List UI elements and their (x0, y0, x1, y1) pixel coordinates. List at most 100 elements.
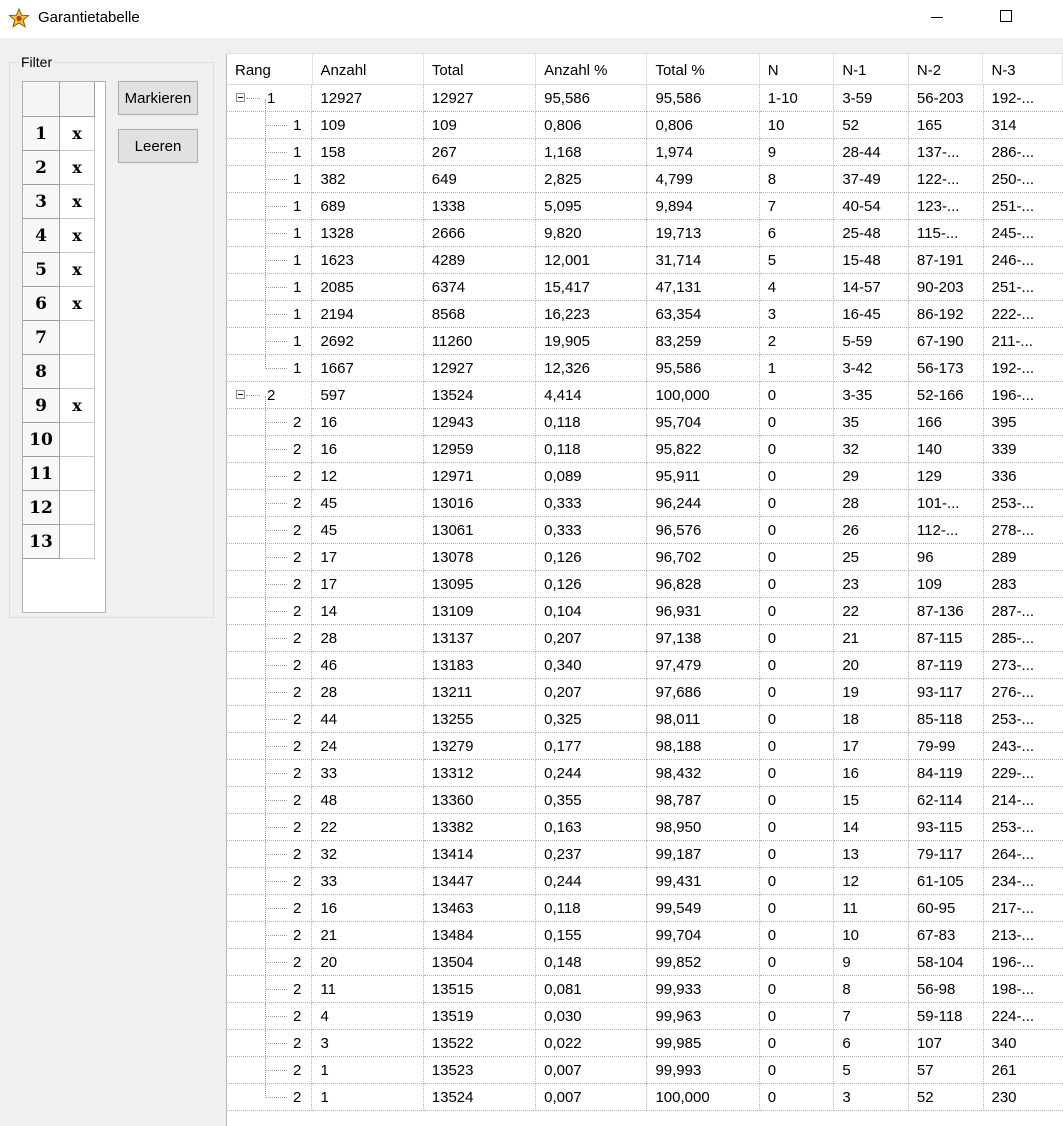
maximize-icon[interactable] (984, 0, 1030, 36)
filter-row[interactable]: 9x (23, 389, 105, 423)
filter-row-value[interactable]: x (60, 253, 95, 287)
table-row[interactable]: 1 1667 12927 12,326 95,586 1 3-42 56-173 192-... (227, 355, 1063, 382)
column-header[interactable]: N (759, 54, 835, 85)
table-row[interactable]: 2 33 13312 0,244 98,432 0 16 84-119 229-... (227, 760, 1063, 787)
filter-row[interactable]: 4x (23, 219, 105, 253)
column-header[interactable]: Rang (227, 54, 313, 85)
filter-row-value[interactable] (60, 355, 95, 389)
filter-row[interactable]: 13 (23, 525, 105, 559)
column-header[interactable]: Total (423, 54, 537, 85)
table-row[interactable]: 1 382 649 2,825 4,799 8 37-49 122-... 250-... (227, 166, 1063, 193)
table-row[interactable]: 2 21 13484 0,155 99,704 0 10 67-83 213-... (227, 922, 1063, 949)
table-row[interactable]: 2 1 13523 0,007 99,993 0 5 57 261 (227, 1057, 1063, 1084)
collapse-icon[interactable] (236, 390, 245, 399)
tree-line (265, 638, 287, 639)
table-row[interactable]: 2 12 12971 0,089 95,911 0 29 129 336 (227, 463, 1063, 490)
rank-cell: 1 (227, 328, 313, 355)
table-row[interactable]: 2 14 13109 0,104 96,931 0 22 87-136 287-... (227, 598, 1063, 625)
filter-row[interactable]: 8 (23, 355, 105, 389)
table-row[interactable]: 2 3 13522 0,022 99,985 0 6 107 340 (227, 1030, 1063, 1057)
filter-grid[interactable]: 1 x 2 x 3 x 4 x 5 x 6 x 7 8 9 x 10 11 12 13 (22, 81, 106, 613)
table-row[interactable]: 1 109 109 0,806 0,806 10 52 165 314 (227, 112, 1063, 139)
filter-row[interactable]: 6x (23, 287, 105, 321)
table-cell: 90-203 (908, 274, 984, 301)
filter-row[interactable]: 2x (23, 151, 105, 185)
table-cell: 11260 (423, 328, 537, 355)
tree-line (265, 341, 287, 342)
filter-row[interactable]: 1x (23, 117, 105, 151)
table-row[interactable]: 2 20 13504 0,148 99,852 0 9 58-104 196-... (227, 949, 1063, 976)
filter-row-value[interactable]: x (60, 219, 95, 253)
filter-row-value[interactable]: x (60, 185, 95, 219)
guarantee-tree-table[interactable]: Rang Anzahl Total Anzahl % Total % N N-1 N-2 N-3… (226, 53, 1063, 1126)
table-row[interactable]: 2 44 13255 0,325 98,011 0 18 85-118 253-... (227, 706, 1063, 733)
leeren-button[interactable]: Leeren (118, 129, 198, 163)
table-row[interactable]: 1 158 267 1,168 1,974 9 28-44 137-... 286-... (227, 139, 1063, 166)
table-cell: 99,963 (647, 1003, 760, 1030)
filter-row-value[interactable] (60, 525, 95, 559)
filter-row-value[interactable]: x (60, 389, 95, 423)
table-cell: 2,825 (536, 166, 648, 193)
table-row[interactable]: 2 17 13095 0,126 96,828 0 23 109 283 (227, 571, 1063, 598)
table-row[interactable]: 2 16 12943 0,118 95,704 0 35 166 395 (227, 409, 1063, 436)
rank-label: 1 (293, 197, 302, 215)
tree-line (246, 98, 260, 99)
filter-row[interactable]: 3x (23, 185, 105, 219)
table-row[interactable]: 2 1 13524 0,007 100,000 0 3 52 230 (227, 1084, 1063, 1111)
filter-row[interactable]: 5x (23, 253, 105, 287)
table-row[interactable]: 1 1328 2666 9,820 19,713 6 25-48 115-... 245-... (227, 220, 1063, 247)
filter-row[interactable]: 11 (23, 457, 105, 491)
column-header[interactable]: N-1 (834, 54, 909, 85)
table-cell: 165 (908, 112, 984, 139)
filter-row-value[interactable]: x (60, 151, 95, 185)
table-cell: 12927 (423, 355, 537, 382)
tree-group-row[interactable]: 2 597 13524 4,414 100,000 0 3-35 52-166 196-... (227, 382, 1063, 409)
tree-line (265, 935, 287, 936)
table-row[interactable]: 2 16 12959 0,118 95,822 0 32 140 339 (227, 436, 1063, 463)
table-row[interactable]: 2 45 13061 0,333 96,576 0 26 112-... 278-... (227, 517, 1063, 544)
filter-row-value[interactable] (60, 457, 95, 491)
filter-row-value[interactable] (60, 423, 95, 457)
filter-row[interactable]: 12 (23, 491, 105, 525)
column-header[interactable]: N-2 (908, 54, 984, 85)
markieren-button[interactable]: Markieren (118, 81, 198, 115)
column-header[interactable]: Total % (647, 54, 760, 85)
tree-line (265, 1097, 287, 1098)
table-row[interactable]: 2 22 13382 0,163 98,950 0 14 93-115 253-... (227, 814, 1063, 841)
table-row[interactable]: 2 16 13463 0,118 99,549 0 11 60-95 217-... (227, 895, 1063, 922)
table-row[interactable]: 2 46 13183 0,340 97,479 0 20 87-119 273-... (227, 652, 1063, 679)
column-header[interactable]: N-3 (983, 54, 1063, 85)
table-row[interactable]: 1 1623 4289 12,001 31,714 5 15-48 87-191 246-... (227, 247, 1063, 274)
table-row[interactable]: 2 48 13360 0,355 98,787 0 15 62-114 214-... (227, 787, 1063, 814)
collapse-icon[interactable] (236, 93, 245, 102)
filter-row-value[interactable] (60, 321, 95, 355)
table-cell: 0 (759, 706, 835, 733)
column-header[interactable]: Anzahl (312, 54, 424, 85)
column-header[interactable]: Anzahl % (536, 54, 648, 85)
minimize-icon[interactable] (914, 0, 960, 36)
table-row[interactable]: 2 11 13515 0,081 99,933 0 8 56-98 198-... (227, 976, 1063, 1003)
table-row[interactable]: 2 17 13078 0,126 96,702 0 25 96 289 (227, 544, 1063, 571)
table-row[interactable]: 2 28 13211 0,207 97,686 0 19 93-117 276-... (227, 679, 1063, 706)
filter-row-value[interactable]: x (60, 287, 95, 321)
table-cell: 13414 (423, 841, 537, 868)
table-cell: 16 (312, 436, 424, 463)
table-cell: 13061 (423, 517, 537, 544)
table-row[interactable]: 2 24 13279 0,177 98,188 0 17 79-99 243-... (227, 733, 1063, 760)
filter-row-value[interactable] (60, 491, 95, 525)
filter-row[interactable]: 10 (23, 423, 105, 457)
table-row[interactable]: 1 689 1338 5,095 9,894 7 40-54 123-... 251-... (227, 193, 1063, 220)
title-bar: Garantietabelle (0, 0, 1063, 38)
tree-group-row[interactable]: 1 12927 12927 95,586 95,586 1-10 3-59 56-203 192… (227, 85, 1063, 112)
table-row[interactable]: 2 45 13016 0,333 96,244 0 28 101-... 253-... (227, 490, 1063, 517)
table-row[interactable]: 1 2194 8568 16,223 63,354 3 16-45 86-192 222-... (227, 301, 1063, 328)
table-row[interactable]: 1 2085 6374 15,417 47,131 4 14-57 90-203 251-... (227, 274, 1063, 301)
table-row[interactable]: 2 28 13137 0,207 97,138 0 21 87-115 285-... (227, 625, 1063, 652)
table-row[interactable]: 2 4 13519 0,030 99,963 0 7 59-118 224-... (227, 1003, 1063, 1030)
filter-row-value[interactable]: x (60, 117, 95, 151)
table-row[interactable]: 2 33 13447 0,244 99,431 0 12 61-105 234-... (227, 868, 1063, 895)
table-row[interactable]: 2 32 13414 0,237 99,187 0 13 79-117 264-... (227, 841, 1063, 868)
table-cell: 0 (759, 1084, 835, 1111)
table-row[interactable]: 1 2692 11260 19,905 83,259 2 5-59 67-190 211-... (227, 328, 1063, 355)
filter-row[interactable]: 7 (23, 321, 105, 355)
